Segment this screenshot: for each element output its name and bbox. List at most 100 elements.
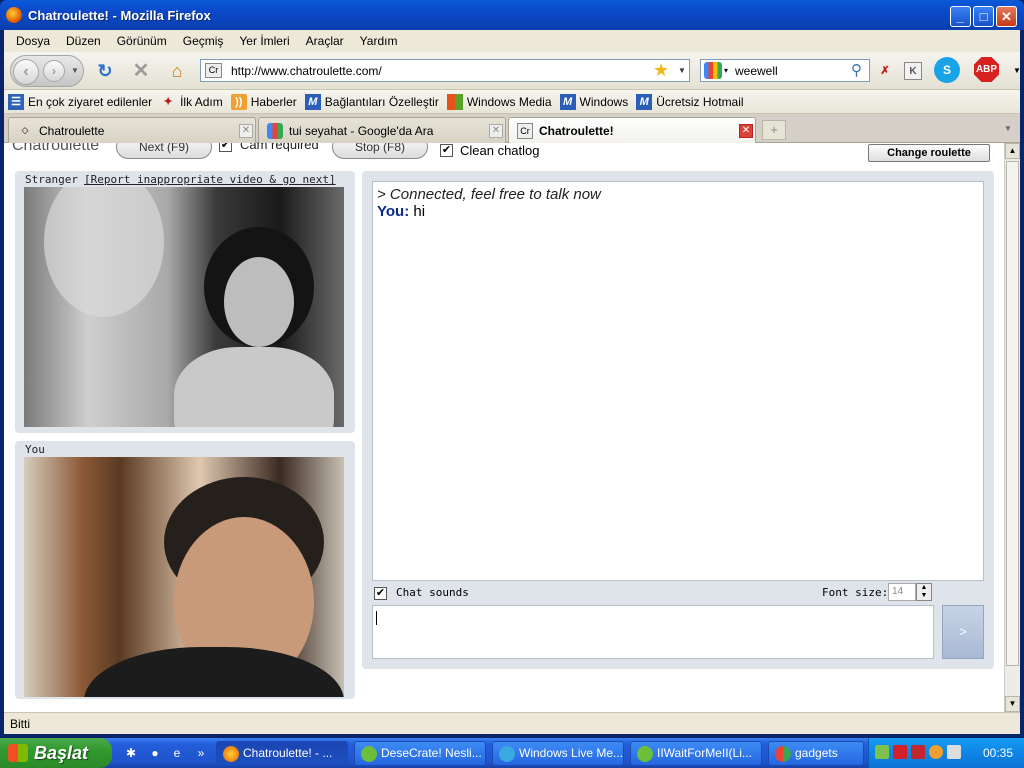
report-link[interactable]: [Report inappropriate video & go next] xyxy=(84,173,336,186)
tab-close-icon[interactable]: ✕ xyxy=(489,124,503,138)
url-dropdown-icon[interactable]: ▼ xyxy=(678,66,686,75)
next-button[interactable]: Next (F9) xyxy=(116,143,212,159)
taskbar-item-gadgets[interactable]: gadgets xyxy=(768,741,864,766)
bookmark-first-steps[interactable]: ✦ İlk Adım xyxy=(160,94,222,110)
back-arrow-icon[interactable]: ‹ xyxy=(13,59,39,85)
quicklaunch-ie-icon[interactable]: e xyxy=(168,744,186,762)
tray-volume-icon[interactable] xyxy=(947,745,961,759)
reload-icon[interactable]: ↻ xyxy=(94,60,116,82)
tray-messenger-icon[interactable] xyxy=(875,745,889,759)
you-video-panel: You xyxy=(15,441,355,699)
cam-required-checkbox[interactable]: ✔ xyxy=(219,143,232,152)
start-button[interactable]: Başlat xyxy=(0,738,112,768)
close-window-button[interactable]: ✕ xyxy=(996,6,1017,27)
bookmarks-toolbar: ☰ En çok ziyaret edilenler ✦ İlk Adım ))… xyxy=(4,90,1020,114)
font-size-stepper[interactable]: ▲ ▼ xyxy=(916,583,932,601)
new-tab-button[interactable]: + xyxy=(762,120,786,140)
clean-chatlog-checkbox[interactable]: ✔ xyxy=(440,144,453,157)
tray-kaspersky-icon[interactable] xyxy=(911,745,925,759)
msn-icon: M xyxy=(559,93,576,110)
site-brand: Chatroulette xyxy=(12,143,100,154)
send-button[interactable]: > xyxy=(942,605,984,659)
bookmark-customize-links[interactable]: M Bağlantıları Özelleştir xyxy=(304,93,439,110)
maximize-button[interactable]: □ xyxy=(973,6,994,27)
quicklaunch-app-icon[interactable]: ✱ xyxy=(122,744,140,762)
taskbar-item-firefox[interactable]: Chatroulette! - ... xyxy=(216,741,348,766)
tab-chatroulette-active[interactable]: Cr Chatroulette! ✕ xyxy=(508,117,756,144)
tab-bar: ◇ Chatroulette ✕ tui seyahat - Google'da… xyxy=(4,114,1020,144)
search-engine-dropdown-icon[interactable]: ▾ xyxy=(724,66,728,75)
scroll-up-icon[interactable]: ▲ xyxy=(1005,143,1020,159)
stranger-figure-1 xyxy=(44,187,164,317)
adblock-plus-icon[interactable]: ABP xyxy=(974,57,999,82)
taskbar-item-messenger-2[interactable]: IIWaitForMeII(Li... xyxy=(630,741,762,766)
bookmark-most-visited[interactable]: ☰ En çok ziyaret edilenler xyxy=(8,93,152,110)
stop-button[interactable]: Stop (F8) xyxy=(332,143,428,159)
search-input[interactable]: weewell xyxy=(735,64,778,78)
site-favicon-icon: Cr xyxy=(517,123,533,139)
window-title: Chatroulette! - Mozilla Firefox xyxy=(28,8,211,23)
search-icon[interactable]: ⚲ xyxy=(851,61,862,79)
quicklaunch-more-icon[interactable]: » xyxy=(192,744,210,762)
windows-flag-icon xyxy=(8,744,28,762)
menu-file[interactable]: Dosya xyxy=(8,34,58,48)
bookmark-star-icon[interactable]: ★ xyxy=(653,60,669,81)
rss-icon: )) xyxy=(230,93,247,110)
cam-required-label: Cam required xyxy=(240,143,319,152)
tray-antivirus-icon[interactable] xyxy=(893,745,907,759)
firefox-start-icon: ✦ xyxy=(163,95,173,108)
bookmark-windows[interactable]: M Windows xyxy=(559,93,628,110)
font-size-input[interactable]: 14 xyxy=(888,583,916,601)
menu-help[interactable]: Yardım xyxy=(352,34,406,48)
url-text[interactable]: http://www.chatroulette.com/ xyxy=(231,64,382,78)
taskbar-clock: 00:35 xyxy=(983,746,1014,760)
menu-edit[interactable]: Düzen xyxy=(58,34,109,48)
keyboard-addon-icon[interactable]: K xyxy=(904,62,922,80)
tab-google-search[interactable]: tui seyahat - Google'da Ara ✕ xyxy=(258,117,506,143)
search-bar[interactable]: ▾ weewell ⚲ xyxy=(700,59,870,82)
firefox-icon xyxy=(223,746,239,762)
address-bar[interactable]: Cr http://www.chatroulette.com/ ★ ▼ xyxy=(200,59,690,82)
bookmark-free-hotmail[interactable]: M Ücretsiz Hotmail xyxy=(636,93,744,110)
history-dropdown-icon[interactable]: ▼ xyxy=(71,66,79,75)
home-icon[interactable]: ⌂ xyxy=(166,60,188,82)
windows-icon xyxy=(446,93,463,110)
back-forward-group: ‹ › ▼ xyxy=(10,55,84,87)
taskbar-item-windows-live[interactable]: Windows Live Me... xyxy=(492,741,624,766)
minimize-button[interactable]: _ xyxy=(950,6,971,27)
tab-close-icon[interactable]: ✕ xyxy=(739,124,753,138)
google-icon[interactable] xyxy=(704,62,722,79)
menu-tools[interactable]: Araçlar xyxy=(298,34,352,48)
menu-bookmarks[interactable]: Yer İmleri xyxy=(231,34,297,48)
status-bar: Bitti xyxy=(4,712,1020,734)
messenger-icon xyxy=(361,746,377,762)
taskbar-item-messenger-1[interactable]: DeseCrate! Nesli... xyxy=(354,741,486,766)
menu-history[interactable]: Geçmiş xyxy=(175,34,232,48)
tray-chrome-icon[interactable] xyxy=(929,745,943,759)
forward-arrow-icon[interactable]: › xyxy=(43,60,65,82)
bookmark-news[interactable]: )) Haberler xyxy=(230,93,297,110)
tab-chatroulette[interactable]: ◇ Chatroulette ✕ xyxy=(8,117,256,143)
tab-list-dropdown-icon[interactable]: ▼ xyxy=(1004,124,1012,133)
change-roulette-button[interactable]: Change roulette xyxy=(868,144,990,162)
status-text: Bitti xyxy=(10,717,31,731)
page-scrollbar[interactable]: ▲ ▼ xyxy=(1004,143,1020,712)
addon-dropdown-icon[interactable]: ▼ xyxy=(1008,62,1024,80)
menu-view[interactable]: Görünüm xyxy=(109,34,175,48)
firefox-icon xyxy=(6,7,22,23)
bookmark-windows-media[interactable]: Windows Media xyxy=(446,93,552,110)
quicklaunch-firefox-icon[interactable]: ● xyxy=(146,744,164,762)
scroll-down-icon[interactable]: ▼ xyxy=(1005,696,1020,712)
kaspersky-icon[interactable]: ✗ xyxy=(876,62,894,80)
chat-text: hi xyxy=(413,203,426,220)
stranger-figure-2-body xyxy=(174,347,334,427)
chat-input[interactable] xyxy=(372,605,934,659)
stop-icon[interactable]: ✕ xyxy=(130,60,152,82)
clean-chatlog-label: Clean chatlog xyxy=(460,143,540,158)
tab-close-icon[interactable]: ✕ xyxy=(239,124,253,138)
most-visited-icon: ☰ xyxy=(8,93,24,110)
skype-icon[interactable]: S xyxy=(934,57,960,83)
scroll-thumb[interactable] xyxy=(1006,161,1019,666)
chat-sounds-checkbox[interactable]: ✔ xyxy=(374,587,387,600)
page-content: Chatroulette Next (F9) ✔ Cam required St… xyxy=(4,143,1004,712)
